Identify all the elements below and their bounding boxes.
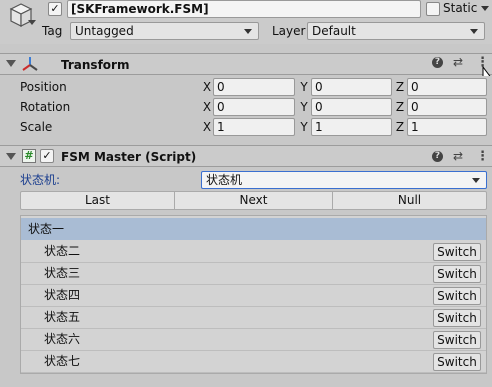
state-label: 状态七 [44,354,81,368]
next-button[interactable]: Next [174,191,333,210]
scale-x-field[interactable]: 1 [213,118,295,136]
position-z-label[interactable]: Z [394,77,406,97]
active-checkbox[interactable]: ✓ [48,2,62,16]
fsm-title: FSM Master (Script) [61,150,197,164]
rotation-x-label[interactable]: X [201,97,213,117]
tag-value: Untagged [75,24,134,38]
state-row [21,329,486,351]
scale-z-label[interactable]: Z [394,117,406,137]
state-label: 状态五 [44,310,81,324]
state-label: 状态二 [44,244,81,258]
switch-button[interactable]: Switch [433,331,481,349]
last-button[interactable]: Last [20,191,175,210]
kebab-menu-icon[interactable]: ⋮ [476,149,489,164]
scale-z-field[interactable]: 1 [407,118,487,136]
transform-title: Transform [61,58,130,72]
scale-y-field[interactable]: 1 [311,118,392,136]
state-machine-dropdown[interactable]: 状态机 [201,171,487,189]
state-row [21,241,486,263]
switch-button[interactable]: Switch [433,265,481,283]
position-x-label[interactable]: X [201,77,213,97]
state-machine-label: 状态机: [20,173,61,187]
state-row [21,285,486,307]
switch-button[interactable]: Switch [433,243,481,261]
layer-dropdown[interactable]: Default [307,22,485,40]
state-row [21,263,486,285]
current-state-label: 状态一 [28,222,65,236]
tag-label: Tag [42,24,63,38]
null-button[interactable]: Null [332,191,487,210]
state-row [21,351,486,373]
preset-icon[interactable]: ⇄ [453,55,463,69]
scale-x-label[interactable]: X [201,117,213,137]
help-icon[interactable]: ? [432,151,443,162]
scale-y-label[interactable]: Y [298,117,310,137]
rotation-x-field[interactable]: 0 [213,98,295,116]
static-label: Static [443,1,478,15]
current-state-row [21,218,486,240]
switch-button[interactable]: Switch [433,353,481,371]
rotation-y-label[interactable]: Y [298,97,310,117]
rotation-y-field[interactable]: 0 [311,98,392,116]
rotation-z-field[interactable]: 0 [407,98,487,116]
state-machine-value: 状态机 [206,173,243,187]
object-name-field[interactable]: [SKFramework.FSM] [67,0,421,18]
position-label: Position [20,80,67,94]
script-icon: # [22,149,36,163]
chevron-down-icon[interactable] [28,20,36,25]
position-y-field[interactable]: 0 [311,78,392,96]
layer-label: Layer [272,24,306,38]
static-dropdown[interactable] [476,0,492,18]
tag-dropdown[interactable]: Untagged [70,22,259,40]
transform-icon [20,55,40,73]
state-label: 状态六 [44,332,81,346]
position-z-field[interactable]: 0 [407,78,487,96]
static-checkbox[interactable] [426,2,440,16]
state-row [21,307,486,329]
state-label: 状态四 [44,288,81,302]
component-enabled-checkbox[interactable]: ✓ [40,149,54,163]
switch-button[interactable]: Switch [433,287,481,305]
rotation-z-label[interactable]: Z [394,97,406,117]
position-x-field[interactable]: 0 [213,78,295,96]
position-y-label[interactable]: Y [298,77,310,97]
foldout-arrow-icon[interactable] [6,60,16,67]
foldout-arrow-icon[interactable] [6,153,16,160]
rotation-label: Rotation [20,100,71,114]
switch-button[interactable]: Switch [433,309,481,327]
scale-label: Scale [20,120,53,134]
layer-value: Default [312,24,356,38]
help-icon[interactable]: ? [432,57,443,68]
preset-icon[interactable]: ⇄ [453,149,463,163]
state-label: 状态三 [44,266,81,280]
